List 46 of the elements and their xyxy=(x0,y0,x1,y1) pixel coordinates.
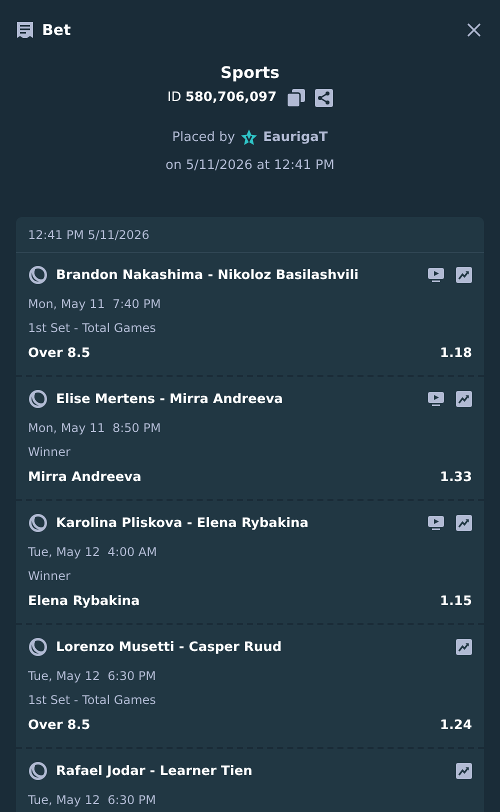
match-date: Tue, May 12 4:00 AM xyxy=(28,544,158,561)
user-name[interactable]: EaurigaT xyxy=(263,129,328,147)
selection-name: Elena Rybakina xyxy=(28,594,140,608)
match-date: Tue, May 12 6:30 PM xyxy=(28,792,157,809)
match-date: Mon, May 11 8:50 PM xyxy=(28,420,162,437)
bet-category: Sports xyxy=(220,63,280,83)
stats-button[interactable] xyxy=(456,391,472,407)
stats-button[interactable] xyxy=(456,267,472,283)
market-name: Winner xyxy=(28,444,72,461)
selection-name: Over 8.5 xyxy=(28,346,90,360)
tennis-ball-icon xyxy=(28,513,48,533)
match-title[interactable]: Karolina Pliskova - Elena Rybakina xyxy=(56,516,420,530)
live-stream-button[interactable] xyxy=(428,516,444,530)
tennis-ball-icon xyxy=(28,637,48,657)
market-name: 1st Set - Total Games xyxy=(28,320,157,337)
match-title[interactable]: Lorenzo Musetti - Casper Ruud xyxy=(56,640,448,654)
tennis-ball-icon xyxy=(28,265,48,285)
dialog-title: Bet xyxy=(42,21,71,39)
odds-value: 1.24 xyxy=(440,718,472,732)
stats-button[interactable] xyxy=(456,515,472,531)
stats-button[interactable] xyxy=(456,639,472,655)
match-date: Tue, May 12 6:30 PM xyxy=(28,668,157,685)
live-stream-button[interactable] xyxy=(428,392,444,406)
odds-value: 1.15 xyxy=(440,594,472,608)
match-title[interactable]: Rafael Jodar - Learner Tien xyxy=(56,764,448,778)
match-title[interactable]: Brandon Nakashima - Nikoloz Basilashvili xyxy=(56,268,420,282)
receipt-icon xyxy=(16,20,34,40)
bet-id: ID 580,706,097 xyxy=(167,89,277,107)
placed-by-label: Placed by xyxy=(172,129,236,147)
stats-button[interactable] xyxy=(456,763,472,779)
selection-name: Over 8.5 xyxy=(28,718,90,732)
odds-value: 1.33 xyxy=(440,470,472,484)
tennis-ball-icon xyxy=(28,761,48,781)
share-button[interactable] xyxy=(314,89,333,107)
tennis-ball-icon xyxy=(28,389,48,409)
vip-star-icon xyxy=(240,129,258,147)
placed-date: on 5/11/2026 at 12:41 PM xyxy=(166,157,334,175)
market-name: 1st Set - Total Games xyxy=(28,692,157,709)
copy-button[interactable] xyxy=(286,89,305,107)
odds-value: 1.18 xyxy=(440,346,472,360)
match-date: Mon, May 11 7:40 PM xyxy=(28,296,162,313)
live-stream-button[interactable] xyxy=(428,268,444,282)
match-title[interactable]: Elise Mertens - Mirra Andreeva xyxy=(56,392,420,406)
slip-timestamp: 12:41 PM 5/11/2026 xyxy=(16,217,484,253)
selection-name: Mirra Andreeva xyxy=(28,470,142,484)
market-name: Winner xyxy=(28,568,72,585)
